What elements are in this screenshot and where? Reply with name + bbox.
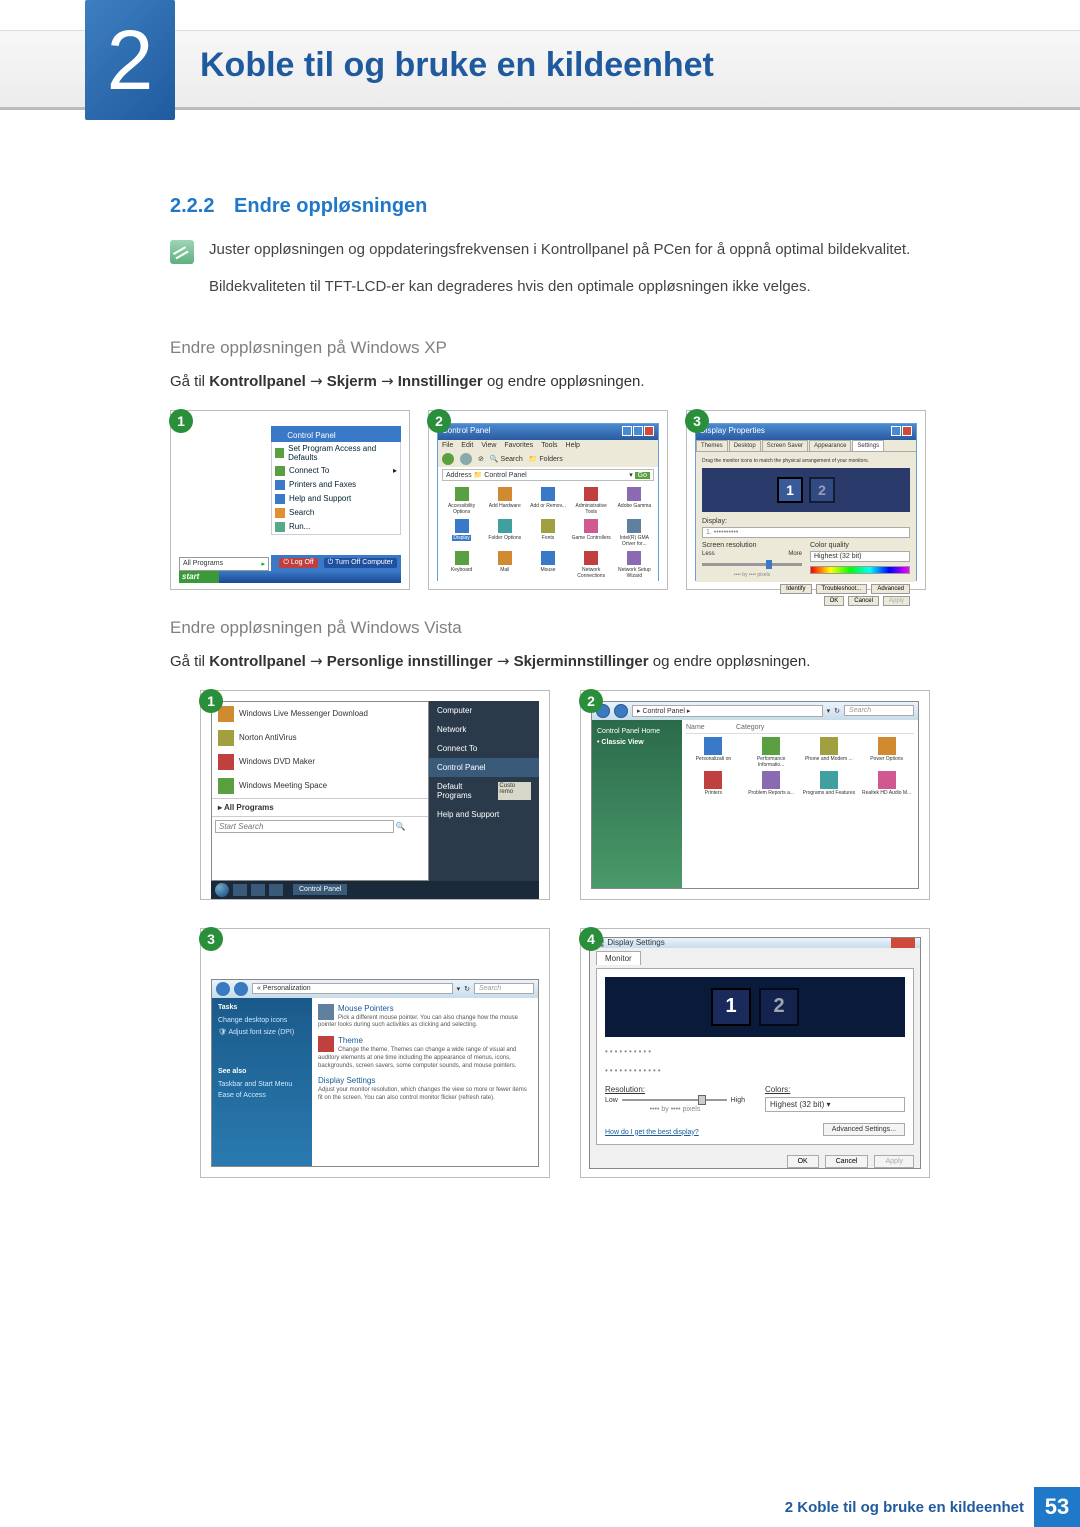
vista-row-2: 3 « Personalization ▾↻ Search Tasks Chan… [170,928,1000,1178]
step-bubble-3: 3 [685,409,709,433]
color-select: Highest (32 bit) ▾ [765,1097,905,1112]
step-bubble-2: 2 [579,689,603,713]
chapter-number: 2 [107,12,154,109]
vista-taskbar: Control Panel [211,881,539,899]
vista-display-settings: 🖥 Display Settings Monitor 1 2 •••••••••… [589,937,921,1169]
xp-cp-menubar: FileEditViewFavoritesToolsHelp [438,440,658,451]
xp-start-item: Set Program Access and Defaults [271,442,401,464]
vista-search-input [215,820,394,833]
xp-cp-icon-grid: Accessibility Options Add Hardware Add o… [438,483,658,583]
xp-cp-addressbar: Address 📁 Control Panel ▾ Go [442,469,654,481]
vista-res-slider: Low High [605,1097,745,1104]
xp-figure-row: 1 Control Panel Set Program Access and D… [170,410,1000,590]
vista-fig-3: 3 « Personalization ▾↻ Search Tasks Chan… [200,928,550,1178]
vista-personalization: « Personalization ▾↻ Search Tasks Change… [211,979,539,1167]
vista-row-1: 1 Windows Live Messenger Download Norton… [170,690,1000,900]
vista-cp-window: ▸ Control Panel ▸ ▾↻ Search Control Pane… [591,701,919,889]
xp-res-slider [702,563,802,566]
note-icon [170,240,194,264]
best-display-link: How do I get the best display? [605,1129,699,1136]
step-bubble-1: 1 [199,689,223,713]
xp-start-right-panel: Control Panel Set Program Access and Def… [271,426,401,535]
xp-fig-2: 2 Control Panel FileEditViewFavoritesToo… [428,410,668,590]
vista-cp-icons: Personalizati on Performance Informatio.… [686,737,914,796]
xp-instruction: Gå til Kontrollpanel → Skjerm → Innstill… [170,372,1000,390]
section-number: 2.2.2 [170,195,214,217]
note-block: Juster oppløsningen og oppdateringsfrekv… [170,238,1000,313]
xp-cp-titlebar: Control Panel [438,424,658,440]
vista-monitor-preview: 1 2 [605,977,905,1037]
page-number: 53 [1034,1487,1080,1527]
vista-fig-4: 4 🖥 Display Settings Monitor 1 2 •••••••… [580,928,930,1178]
advanced-settings-button: Advanced Settings... [823,1123,905,1136]
cancel-button: Cancel [825,1155,869,1168]
xp-fig-3: 3 Display Properties ThemesDesktopScreen… [686,410,926,590]
turnoff-button: ⏻ Turn Off Computer [324,558,397,568]
note-p2: Bildekvaliteten til TFT-LCD-er kan degra… [209,275,910,298]
xp-start-item: Printers and Faxes [271,478,401,492]
note-text: Juster oppløsningen og oppdateringsfrekv… [209,238,910,313]
vista-pers-main: Mouse Pointers Pick a different mouse po… [312,998,538,1166]
vista-fig-2: 2 ▸ Control Panel ▸ ▾↻ Search Control Pa… [580,690,930,900]
xp-start-item: Help and Support [271,492,401,506]
apply-button: Apply [883,596,910,606]
step-bubble-4: 4 [579,927,603,951]
chapter-title: Koble til og bruke en kildeenhet [200,46,714,85]
ok-button: OK [824,596,845,606]
page-content: 2.2.2 Endre oppløsningen Juster oppløsni… [170,195,1000,1206]
ok-button: OK [787,1155,819,1168]
start-orb-icon [215,883,229,897]
step-bubble-2: 2 [427,409,451,433]
cancel-button: Cancel [848,596,879,606]
section-heading: 2.2.2 Endre oppløsningen [170,195,1000,218]
note-p1: Juster oppløsningen og oppdateringsfrekv… [209,238,910,261]
xp-start-item: Run... [271,520,401,535]
xp-dp-tabs: ThemesDesktopScreen SaverAppearanceSetti… [696,440,916,452]
vista-fig-1: 1 Windows Live Messenger Download Norton… [200,690,550,900]
vista-start-right: Computer Network Connect To Control Pane… [429,701,539,881]
vista-pers-sidebar: Tasks Change desktop icons 🛡 Adjust font… [212,998,312,1166]
xp-start-item: Connect To▸ [271,464,401,478]
chapter-number-box: 2 [85,0,175,120]
troubleshoot-button: Troubleshoot... [816,584,868,594]
identify-button: Identify [780,584,811,594]
section-title: Endre oppløsningen [234,195,427,217]
vista-subheading: Endre oppløsningen på Windows Vista [170,618,1000,638]
xp-cp-window: Control Panel FileEditViewFavoritesTools… [437,423,659,581]
xp-start-header: Control Panel [271,426,401,442]
xp-fig-1: 1 Control Panel Set Program Access and D… [170,410,410,590]
footer-text: 2 Koble til og bruke en kildeenhet [785,1499,1024,1516]
step-bubble-1: 1 [169,409,193,433]
vista-start-left: Windows Live Messenger Download Norton A… [211,701,429,881]
close-icon [891,938,915,948]
xp-all-programs: All Programs▸ [179,557,269,571]
logoff-button: ⏻ Log Off [279,558,317,568]
advanced-button: Advanced [871,584,910,594]
apply-button: Apply [874,1155,914,1168]
xp-subheading: Endre oppløsningen på Windows XP [170,338,1000,358]
step-bubble-3: 3 [199,927,223,951]
xp-start-item: Search [271,506,401,520]
fwd-icon [614,704,628,718]
xp-start-button: start [179,571,219,583]
xp-start-bottom: ⏻ Log Off ⏻ Turn Off Computer [271,555,401,571]
xp-cp-toolbar: ⊘ 🔍 Search 📁 Folders [438,451,658,467]
display-icon-selected: Display [442,519,481,547]
xp-monitor-preview: 12 [702,468,910,512]
page-footer: 2 Koble til og bruke en kildeenhet 53 [0,1487,1080,1527]
xp-display-props: Display Properties ThemesDesktopScreen S… [695,423,917,581]
vista-instruction: Gå til Kontrollpanel → Personlige innsti… [170,652,1000,670]
vista-cp-sidebar: Control Panel Home • Classic View [592,720,682,888]
